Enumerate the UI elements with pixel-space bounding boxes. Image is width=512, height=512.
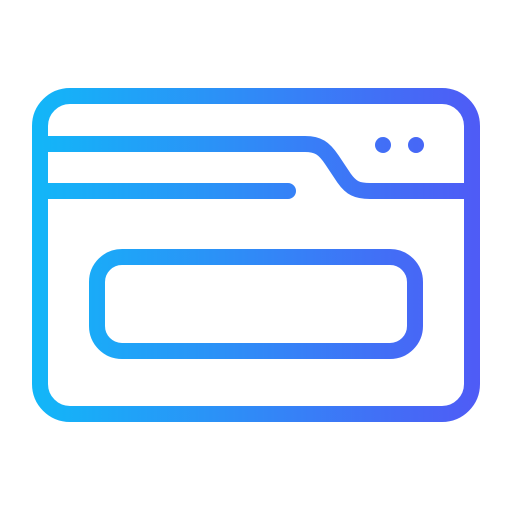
content-bar — [89, 249, 423, 359]
window-dot-2 — [408, 137, 424, 153]
browser-window-icon-container — [0, 0, 512, 512]
browser-window-tab-icon — [32, 88, 480, 422]
window-dot-1 — [375, 137, 391, 153]
